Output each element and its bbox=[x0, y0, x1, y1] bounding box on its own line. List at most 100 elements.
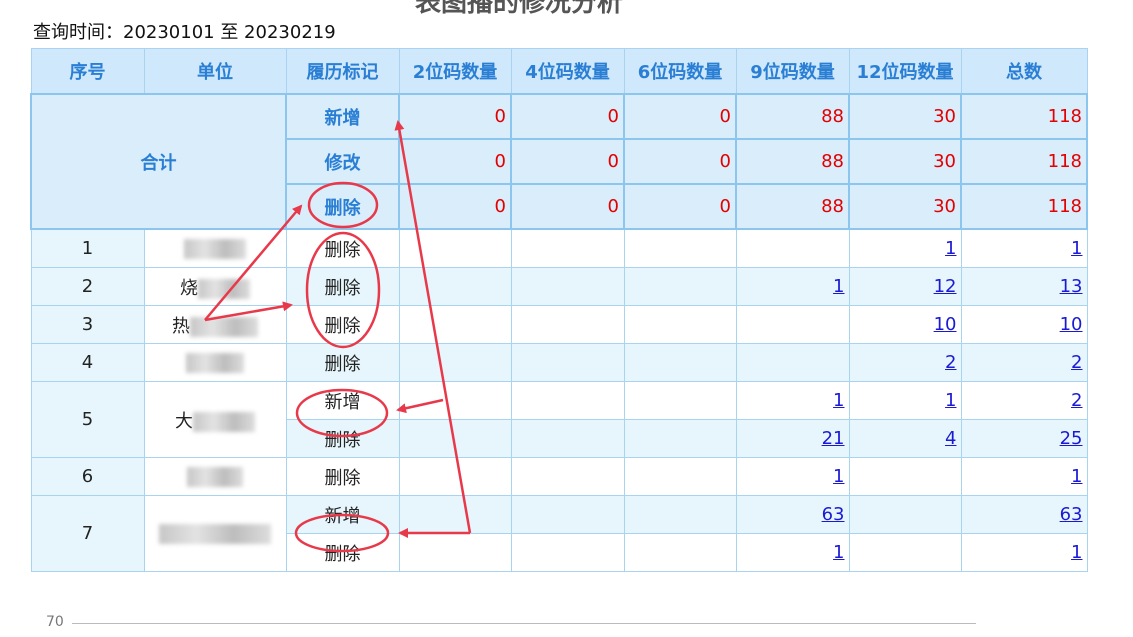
total-cell: 30 bbox=[848, 138, 962, 185]
col-header-6digit[interactable]: 6位码数量 bbox=[623, 48, 737, 95]
empty-cell bbox=[510, 343, 625, 382]
count-link[interactable]: 10 bbox=[934, 314, 957, 335]
count-link[interactable]: 1 bbox=[833, 390, 844, 411]
col-header-mark[interactable]: 履历标记 bbox=[285, 48, 400, 95]
mark-cell: 删除 bbox=[285, 228, 400, 268]
total-cell: 88 bbox=[735, 93, 850, 140]
count-cell-total: 25 bbox=[960, 419, 1088, 458]
table-row: 7 新增 63 63 bbox=[30, 495, 1088, 572]
count-link[interactable]: 1 bbox=[945, 390, 956, 411]
col-header-2digit[interactable]: 2位码数量 bbox=[398, 48, 512, 95]
total-cell: 30 bbox=[848, 183, 962, 230]
count-link[interactable]: 13 bbox=[1060, 276, 1083, 297]
mark-cell: 新增 bbox=[285, 381, 400, 420]
count-link[interactable]: 4 bbox=[945, 428, 956, 449]
empty-cell bbox=[623, 533, 737, 572]
col-header-4digit[interactable]: 4位码数量 bbox=[510, 48, 625, 95]
row-number: 5 bbox=[30, 381, 145, 458]
total-cell: 0 bbox=[510, 93, 625, 140]
empty-cell bbox=[623, 381, 737, 420]
empty-cell bbox=[398, 419, 512, 458]
table-row: 1 删除 1 1 bbox=[30, 228, 1088, 268]
count-link[interactable]: 21 bbox=[822, 428, 845, 449]
unit-cell bbox=[143, 343, 287, 382]
total-mark: 删除 bbox=[285, 183, 400, 230]
count-link[interactable]: 25 bbox=[1060, 428, 1083, 449]
footer-divider bbox=[72, 623, 976, 624]
table-row: 5 大 新增 1 1 2 bbox=[30, 381, 1088, 458]
count-link[interactable]: 1 bbox=[1071, 466, 1082, 487]
count-link[interactable]: 63 bbox=[1060, 504, 1083, 525]
unit-cell: 大 bbox=[143, 381, 287, 458]
count-cell-12 bbox=[848, 533, 962, 572]
count-cell-12: 12 bbox=[848, 267, 962, 306]
count-cell-9: 1 bbox=[735, 381, 850, 420]
total-cell: 118 bbox=[960, 93, 1088, 140]
total-cell: 0 bbox=[398, 183, 512, 230]
total-cell: 0 bbox=[510, 183, 625, 230]
count-cell-total: 10 bbox=[960, 305, 1088, 344]
count-cell-9: 21 bbox=[735, 419, 850, 458]
unit-prefix: 热 bbox=[172, 315, 190, 337]
empty-cell bbox=[398, 343, 512, 382]
count-link[interactable]: 1 bbox=[833, 276, 844, 297]
count-link[interactable]: 1 bbox=[833, 466, 844, 487]
count-cell-total: 1 bbox=[960, 457, 1088, 496]
redacted-unit bbox=[198, 278, 250, 299]
count-link[interactable]: 63 bbox=[822, 504, 845, 525]
count-cell-9 bbox=[735, 228, 850, 268]
count-cell-total: 13 bbox=[960, 267, 1088, 306]
mark-cell: 删除 bbox=[285, 267, 400, 306]
count-link[interactable]: 1 bbox=[1071, 238, 1082, 259]
empty-cell bbox=[398, 457, 512, 496]
unit-prefix: 烧 bbox=[180, 277, 198, 299]
count-link[interactable]: 2 bbox=[945, 352, 956, 373]
total-cell: 88 bbox=[735, 183, 850, 230]
unit-cell bbox=[143, 228, 287, 268]
empty-cell bbox=[398, 267, 512, 306]
total-cell: 0 bbox=[623, 93, 737, 140]
total-cell: 0 bbox=[398, 138, 512, 185]
empty-cell bbox=[623, 267, 737, 306]
empty-cell bbox=[510, 457, 625, 496]
count-cell-9: 63 bbox=[735, 495, 850, 534]
count-cell-9: 1 bbox=[735, 457, 850, 496]
row-number: 4 bbox=[30, 343, 145, 382]
count-link[interactable]: 1 bbox=[1071, 542, 1082, 563]
total-cell: 0 bbox=[623, 138, 737, 185]
count-cell-total: 1 bbox=[960, 533, 1088, 572]
empty-cell bbox=[510, 228, 625, 268]
col-header-12digit[interactable]: 12位码数量 bbox=[848, 48, 962, 95]
col-header-9digit[interactable]: 9位码数量 bbox=[735, 48, 850, 95]
count-link[interactable]: 12 bbox=[934, 276, 957, 297]
mark-cell: 新增 bbox=[285, 495, 400, 534]
unit-cell bbox=[143, 495, 287, 572]
unit-cell: 热 bbox=[143, 305, 287, 344]
unit-cell: 烧 bbox=[143, 267, 287, 306]
count-link[interactable]: 10 bbox=[1060, 314, 1083, 335]
mark-cell: 删除 bbox=[285, 419, 400, 458]
total-cell: 0 bbox=[510, 138, 625, 185]
empty-cell bbox=[623, 228, 737, 268]
total-mark: 修改 bbox=[285, 138, 400, 185]
empty-cell bbox=[623, 305, 737, 344]
row-number: 6 bbox=[30, 457, 145, 496]
col-header-unit[interactable]: 单位 bbox=[143, 48, 287, 95]
count-cell-12: 2 bbox=[848, 343, 962, 382]
unit-cell bbox=[143, 457, 287, 496]
count-link[interactable]: 2 bbox=[1071, 352, 1082, 373]
col-header-total[interactable]: 总数 bbox=[960, 48, 1088, 95]
count-link[interactable]: 1 bbox=[833, 542, 844, 563]
empty-cell bbox=[398, 381, 512, 420]
total-row: 合计 新增 0 0 0 88 30 118 bbox=[30, 93, 1088, 230]
row-number: 7 bbox=[30, 495, 145, 572]
table-row: 2 烧 删除 1 12 13 bbox=[30, 267, 1088, 306]
count-link[interactable]: 2 bbox=[1071, 390, 1082, 411]
count-cell-total: 1 bbox=[960, 228, 1088, 268]
col-header-no[interactable]: 序号 bbox=[30, 48, 145, 95]
count-cell-total: 2 bbox=[960, 343, 1088, 382]
total-cell: 118 bbox=[960, 138, 1088, 185]
count-cell-12 bbox=[848, 457, 962, 496]
total-cell: 30 bbox=[848, 93, 962, 140]
count-link[interactable]: 1 bbox=[945, 238, 956, 259]
